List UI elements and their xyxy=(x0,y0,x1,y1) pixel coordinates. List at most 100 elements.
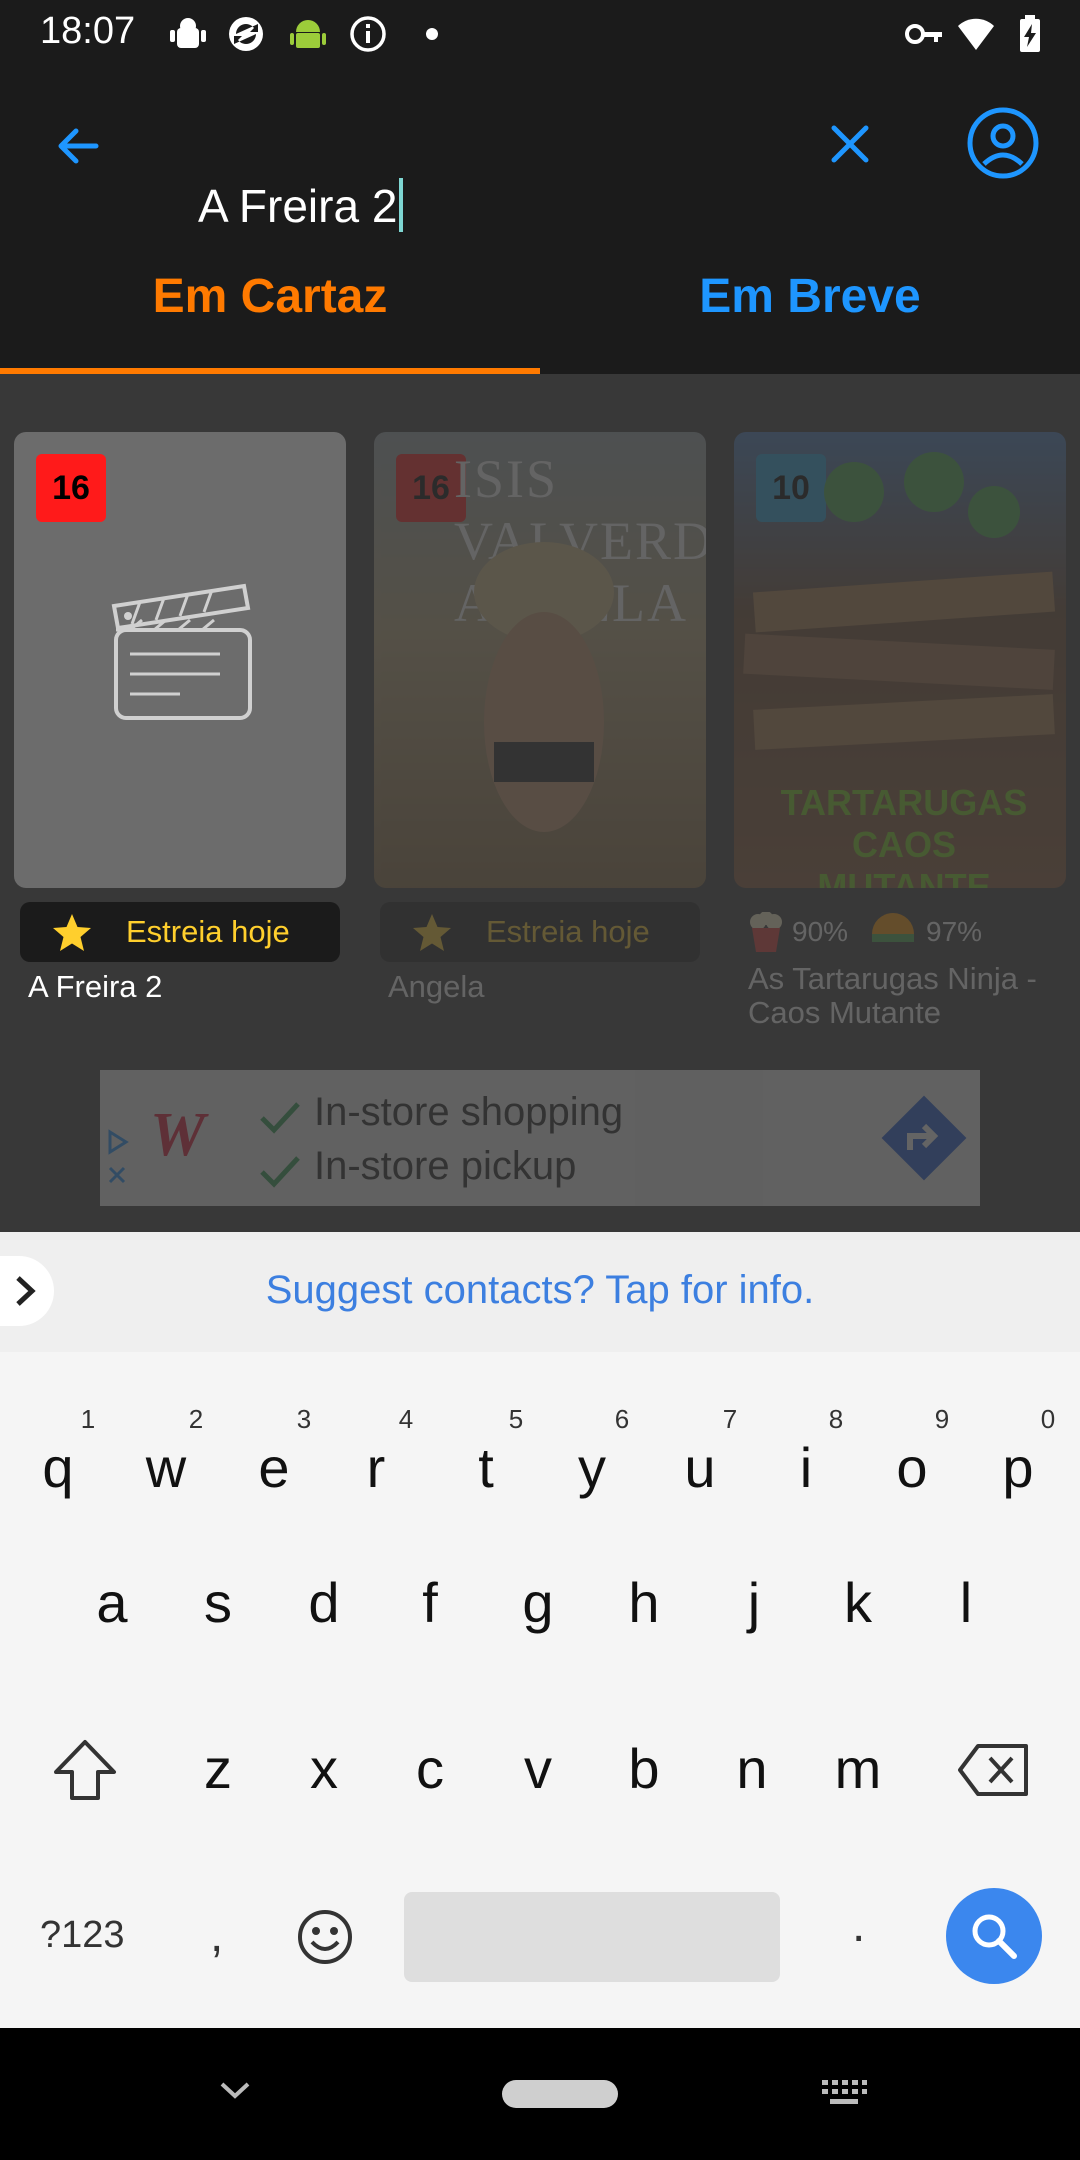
estreia-badge: Estreia hoje xyxy=(380,902,700,962)
ad-line-1: In-store shopping xyxy=(314,1090,624,1134)
key-x[interactable]: x xyxy=(270,1736,378,1801)
estreia-text: Estreia hoje xyxy=(486,914,650,949)
shift-icon[interactable] xyxy=(50,1736,120,1806)
tab-em-cartaz[interactable]: Em Cartaz xyxy=(0,262,540,372)
backspace-icon[interactable] xyxy=(956,1742,1030,1798)
arrow-back-icon[interactable] xyxy=(50,118,106,174)
check-icon xyxy=(260,1156,300,1188)
key-b[interactable]: b xyxy=(590,1736,698,1801)
key-hint: 4 xyxy=(398,1404,414,1434)
audience-rating: 97% xyxy=(926,916,983,947)
movie-card-tartarugas-ninja[interactable]: 10 TARTARUGAS CAOS MUTANTE 90% 97% As Ta… xyxy=(734,432,1066,1030)
movie-card-angela[interactable]: 16 ISIS VALVERDE ANGELA Estreia hoje Ang… xyxy=(374,432,706,1004)
search-input[interactable]: A Freira 2 xyxy=(198,178,404,233)
key-c[interactable]: c xyxy=(376,1736,484,1801)
home-pill[interactable] xyxy=(502,2080,618,2108)
key-label: t xyxy=(478,1436,494,1499)
status-time: 18:07 xyxy=(40,10,136,52)
key-s[interactable]: s xyxy=(164,1570,272,1635)
suggestion-text[interactable]: Suggest contacts? Tap for info. xyxy=(0,1268,1080,1313)
space-key[interactable] xyxy=(404,1892,780,1982)
key-label: q xyxy=(42,1436,74,1499)
movie-card-a-freira-2[interactable]: 16 Estreia hoje A Freira 2 xyxy=(14,432,346,1004)
key-label: w xyxy=(145,1436,187,1499)
key-f[interactable]: f xyxy=(376,1570,484,1635)
key-r[interactable]: 4r xyxy=(322,1404,430,1500)
key-hint: 0 xyxy=(1040,1404,1056,1434)
comma-key[interactable]: , xyxy=(210,1908,223,1963)
key-h[interactable]: h xyxy=(590,1570,698,1635)
key-y[interactable]: 6y xyxy=(538,1404,646,1500)
key-m[interactable]: m xyxy=(804,1736,912,1801)
ad-choices-icon[interactable] xyxy=(106,1128,130,1190)
key-a[interactable]: a xyxy=(58,1570,166,1635)
suggestion-strip[interactable]: Suggest contacts? Tap for info. xyxy=(0,1232,1080,1352)
ad-banner[interactable]: W In-store shopping In-store pickup xyxy=(100,1070,980,1206)
period-key[interactable]: . xyxy=(852,1898,865,1953)
popcorn-rating: 90% xyxy=(792,916,849,947)
tab-em-breve[interactable]: Em Breve xyxy=(540,262,1080,372)
suggestion-expand-button[interactable] xyxy=(0,1256,54,1326)
battery-charging-icon xyxy=(1020,15,1040,52)
key-hint: 1 xyxy=(80,1404,96,1434)
key-hint: 2 xyxy=(188,1404,204,1434)
android-icon xyxy=(290,20,326,48)
key-hint: 3 xyxy=(296,1404,312,1434)
ratings-row: 90% 97% xyxy=(734,908,1066,958)
movie-title: A Freira 2 xyxy=(28,969,163,1004)
poster-title-text: TARTARUGAS CAOS MUTANTE xyxy=(780,782,1028,888)
key-k[interactable]: k xyxy=(804,1570,912,1635)
movie-poster: 16 ISIS VALVERDE ANGELA xyxy=(374,432,706,888)
key-l[interactable]: l xyxy=(912,1570,1020,1635)
keyboard-row-1: 1q 2w 3e 4r 5t 6y 7u 8i 9o 0p xyxy=(0,1404,1080,1534)
text-cursor xyxy=(399,178,404,232)
wifi-icon xyxy=(958,18,994,50)
hide-keyboard-icon[interactable] xyxy=(218,2078,252,2102)
key-n[interactable]: n xyxy=(698,1736,806,1801)
star-icon xyxy=(413,914,451,951)
emoji-icon[interactable] xyxy=(296,1908,354,1966)
key-o[interactable]: 9o xyxy=(858,1404,966,1500)
account-icon[interactable] xyxy=(966,106,1040,180)
key-label: o xyxy=(896,1436,928,1499)
search-icon xyxy=(972,1914,1017,1959)
navigation-bar xyxy=(0,2028,1080,2160)
clapperboard-icon xyxy=(111,583,252,720)
keyboard-row-3: z x c v b n m xyxy=(0,1736,1080,1846)
movie-poster: 10 TARTARUGAS CAOS MUTANTE xyxy=(734,432,1066,888)
status-bar: 18:07 xyxy=(0,0,1080,66)
poster-figure xyxy=(474,542,614,832)
audience-rating-icon xyxy=(872,913,914,942)
key-v[interactable]: v xyxy=(484,1736,592,1801)
key-label: r xyxy=(366,1436,386,1499)
key-t[interactable]: 5t xyxy=(432,1404,540,1500)
star-icon xyxy=(53,914,91,951)
key-p[interactable]: 0p xyxy=(964,1404,1072,1500)
key-g[interactable]: g xyxy=(484,1570,592,1635)
key-w[interactable]: 2w xyxy=(112,1404,220,1500)
key-i[interactable]: 8i xyxy=(752,1404,860,1500)
sync-icon xyxy=(229,17,263,51)
key-label: e xyxy=(258,1436,290,1499)
key-z[interactable]: z xyxy=(164,1736,272,1801)
keyboard: 1q 2w 3e 4r 5t 6y 7u 8i 9o 0p a s d f g … xyxy=(0,1352,1080,2028)
close-icon[interactable] xyxy=(824,118,876,170)
key-hint: 6 xyxy=(614,1404,630,1434)
key-j[interactable]: j xyxy=(700,1570,808,1635)
key-d[interactable]: d xyxy=(270,1570,378,1635)
key-e[interactable]: 3e xyxy=(220,1404,328,1500)
key-q[interactable]: 1q xyxy=(4,1404,112,1500)
keyboard-search-button[interactable] xyxy=(946,1888,1042,1984)
popcorn-icon xyxy=(750,912,782,952)
search-input-text: A Freira 2 xyxy=(198,180,398,232)
key-u[interactable]: 7u xyxy=(646,1404,754,1500)
ad-line-2: In-store pickup xyxy=(314,1144,577,1188)
key-label: i xyxy=(799,1436,813,1499)
movie-poster: 16 xyxy=(14,432,346,888)
symbols-key[interactable]: ?123 xyxy=(40,1914,125,1957)
keyboard-switch-icon[interactable] xyxy=(820,2078,868,2108)
vpn-key-icon xyxy=(905,24,942,44)
movie-title: Angela xyxy=(388,969,485,1004)
directions-icon[interactable] xyxy=(874,1088,974,1188)
info-icon xyxy=(350,16,386,52)
